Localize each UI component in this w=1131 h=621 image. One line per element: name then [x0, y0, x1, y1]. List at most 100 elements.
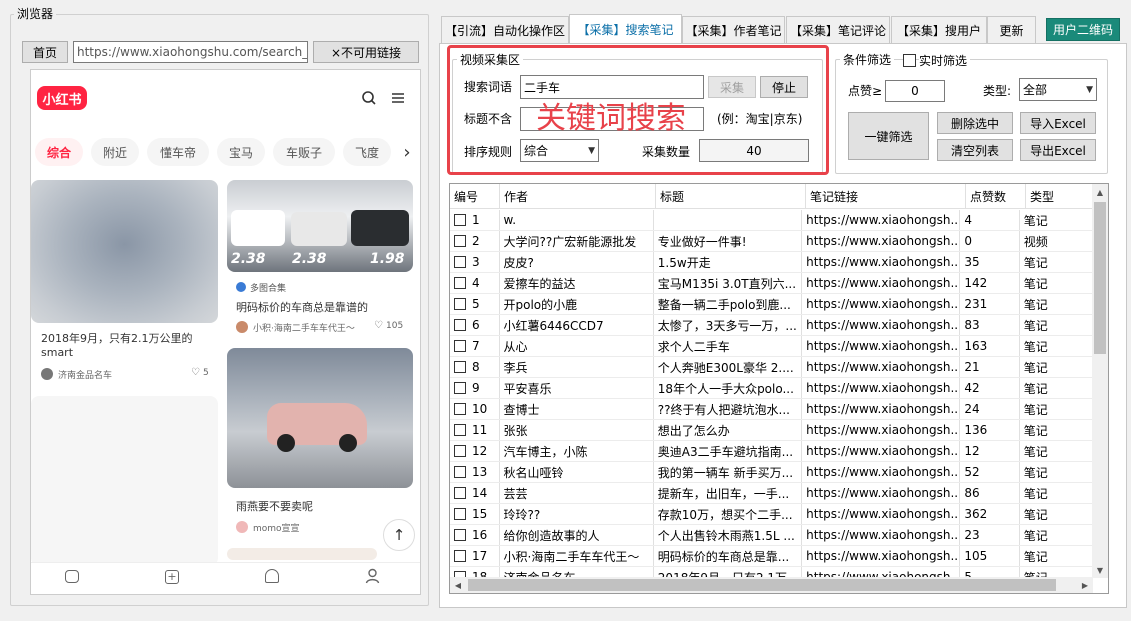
row-checkbox[interactable]: [454, 361, 466, 373]
table-row[interactable]: 2 大学问??广宏新能源批发 专业做好一件事! https://www.xiaohon…: [450, 231, 1093, 252]
row-checkbox[interactable]: [454, 298, 466, 310]
table-row[interactable]: 8 李兵 个人奔驰E300L豪华 2.... https://www.xiaohong…: [450, 357, 1093, 378]
tab-collect-author-notes[interactable]: 【采集】作者笔记: [682, 16, 785, 43]
row-title-text: 宝马M135i 3.0T直列六...: [657, 276, 797, 291]
heart-icon[interactable]: ♡: [191, 367, 200, 378]
card-image-pink-car[interactable]: [227, 348, 413, 488]
row-author: 爱擦车的益达: [500, 273, 654, 293]
column-header-author[interactable]: 作者: [500, 184, 656, 208]
row-checkbox[interactable]: [454, 403, 466, 415]
table-row[interactable]: 11 张张 想出了怎么办 https://www.xiaohongsh... 136 笔记: [450, 420, 1093, 441]
table-row[interactable]: 17 小积·海南二手车车代王～ 明码标价的车商总是靠... https://www.x…: [450, 546, 1093, 567]
home-button[interactable]: 首页: [22, 41, 68, 63]
column-header-link[interactable]: 笔记链接: [806, 184, 966, 208]
card-caption[interactable]: 2018年9月，只有2.1万公里的smart: [41, 332, 213, 360]
category-tab-4[interactable]: 车贩子: [273, 138, 335, 166]
row-author: 秋名山哑铃: [500, 462, 654, 482]
delete-selected-button[interactable]: 删除选中: [937, 112, 1013, 134]
table-row[interactable]: 15 玲玲?? 存款10万，想买个二手... https://www.xiaohong…: [450, 504, 1093, 525]
chevron-right-icon[interactable]: ›: [393, 138, 420, 166]
column-header-likes[interactable]: 点赞数: [966, 184, 1026, 208]
add-nav-icon[interactable]: +: [165, 570, 179, 584]
row-type: 笔记: [1020, 483, 1093, 503]
tab-collect-note-comments[interactable]: 【采集】笔记评论: [786, 16, 890, 43]
table-row[interactable]: 7 从心 求个人二手车 https://www.xiaohongsh... 163 笔记: [450, 336, 1093, 357]
card-caption[interactable]: 雨燕要不要卖呢: [236, 498, 313, 514]
table-row[interactable]: 13 秋名山哑铃 我的第一辆车 新手买万... https://www.xiaohon…: [450, 462, 1093, 483]
tab-traffic-automation[interactable]: 【引流】自动化操作区: [441, 16, 569, 43]
row-checkbox[interactable]: [454, 508, 466, 520]
home-nav-icon[interactable]: [65, 570, 79, 583]
card-author[interactable]: 小积·海南二手车车代王～: [253, 321, 355, 334]
row-checkbox[interactable]: [454, 319, 466, 331]
scroll-left-arrow[interactable]: ◀: [450, 577, 466, 593]
horizontal-scrollbar[interactable]: ◀ ▶: [450, 577, 1093, 593]
xiaohongshu-logo[interactable]: 小红书: [37, 86, 87, 110]
row-checkbox[interactable]: [454, 424, 466, 436]
row-checkbox[interactable]: [454, 340, 466, 352]
results-table[interactable]: 编号 作者 标题 笔记链接 点赞数 类型 1 w. https://www.xiao…: [449, 183, 1109, 594]
category-tab-2[interactable]: 懂车帝: [147, 138, 209, 166]
category-tab-0[interactable]: 综合: [35, 138, 83, 166]
type-select[interactable]: 全部 ▼: [1019, 78, 1097, 101]
url-input[interactable]: https://www.xiaohongshu.com/search_re: [73, 41, 308, 63]
row-checkbox[interactable]: [454, 256, 466, 268]
table-row[interactable]: 16 给你创造故事的人 个人出售铃木雨燕1.5L ... https://www.xi…: [450, 525, 1093, 546]
column-header-type[interactable]: 类型: [1026, 184, 1100, 208]
heart-icon[interactable]: ♡: [374, 320, 383, 331]
search-icon[interactable]: [361, 90, 377, 106]
row-checkbox[interactable]: [454, 382, 466, 394]
one-click-filter-button[interactable]: 一键筛选: [848, 112, 929, 160]
user-qrcode-button[interactable]: 用户二维码: [1046, 18, 1120, 41]
card-caption[interactable]: 明码标价的车商总是靠谱的: [236, 299, 368, 315]
scroll-thumb[interactable]: [1094, 202, 1106, 354]
row-checkbox[interactable]: [454, 277, 466, 289]
table-row[interactable]: 1 w. https://www.xiaohongsh... 4 笔记: [450, 210, 1093, 231]
export-excel-button[interactable]: 导出Excel: [1020, 139, 1096, 161]
row-checkbox[interactable]: [454, 214, 466, 226]
table-row[interactable]: 3 皮皮? 1.5w开走 https://www.xiaohongsh... 35 笔记: [450, 252, 1093, 273]
vertical-scrollbar[interactable]: ▲ ▼: [1092, 184, 1108, 578]
row-checkbox[interactable]: [454, 487, 466, 499]
bell-nav-icon[interactable]: [265, 569, 279, 583]
row-checkbox[interactable]: [454, 235, 466, 247]
tab-collect-search-notes[interactable]: 【采集】搜索笔记: [569, 14, 682, 44]
row-checkbox[interactable]: [454, 529, 466, 541]
table-row[interactable]: 6 小红薯6446CCD7 太惨了，3天多亏一万，... https://www.xi…: [450, 315, 1093, 336]
card-author[interactable]: momo宣宣: [253, 521, 300, 534]
scroll-up-arrow[interactable]: ▲: [1092, 184, 1108, 200]
realtime-filter-checkbox[interactable]: [903, 54, 916, 67]
row-author: 平安喜乐: [500, 378, 654, 398]
row-title: 太惨了，3天多亏一万，...: [654, 315, 803, 335]
table-row[interactable]: 12 汽车博主，小陈 奥迪A3二手车避坑指南... https://www.xiaoh…: [450, 441, 1093, 462]
table-row[interactable]: 9 平安喜乐 18年个人一手大众polo... https://www.xiaohon…: [450, 378, 1093, 399]
likes-min-input[interactable]: 0: [885, 80, 945, 102]
table-row[interactable]: 5 开polo的小鹿 整备一辆二手polo到鹿... https://www.xiao…: [450, 294, 1093, 315]
scroll-down-arrow[interactable]: ▼: [1092, 562, 1108, 578]
table-row[interactable]: 10 查博士 ??终于有人把避坑泡水... https://www.xiaohongs…: [450, 399, 1093, 420]
import-excel-button[interactable]: 导入Excel: [1020, 112, 1096, 134]
scroll-thumb[interactable]: [468, 579, 1056, 591]
profile-nav-icon[interactable]: [365, 568, 380, 584]
row-checkbox[interactable]: [454, 466, 466, 478]
clear-list-button[interactable]: 清空列表: [937, 139, 1013, 161]
scroll-right-arrow[interactable]: ▶: [1077, 577, 1093, 593]
tab-update[interactable]: 更新: [987, 16, 1036, 43]
price-tag: 2.38: [231, 251, 266, 267]
card-image-blurred[interactable]: [31, 180, 218, 323]
column-header-title[interactable]: 标题: [656, 184, 806, 208]
unavailable-link-button[interactable]: ×不可用链接: [313, 41, 419, 63]
scroll-to-top-button[interactable]: ↑: [383, 519, 415, 551]
category-tab-5[interactable]: 飞度: [343, 138, 391, 166]
card-author[interactable]: 济南金品名车: [58, 368, 112, 381]
tab-collect-search-users[interactable]: 【采集】搜用户: [891, 16, 987, 43]
row-checkbox[interactable]: [454, 445, 466, 457]
menu-icon[interactable]: [391, 91, 405, 105]
column-header-id[interactable]: 编号: [450, 184, 500, 208]
row-checkbox[interactable]: [454, 550, 466, 562]
row-id-text: 3: [472, 255, 480, 269]
category-tab-1[interactable]: 附近: [91, 138, 139, 166]
category-tab-3[interactable]: 宝马: [217, 138, 265, 166]
table-row[interactable]: 14 芸芸 提新车，出旧车，一手... https://www.xiaohongsh.…: [450, 483, 1093, 504]
table-row[interactable]: 4 爱擦车的益达 宝马M135i 3.0T直列六... https://www.xia…: [450, 273, 1093, 294]
